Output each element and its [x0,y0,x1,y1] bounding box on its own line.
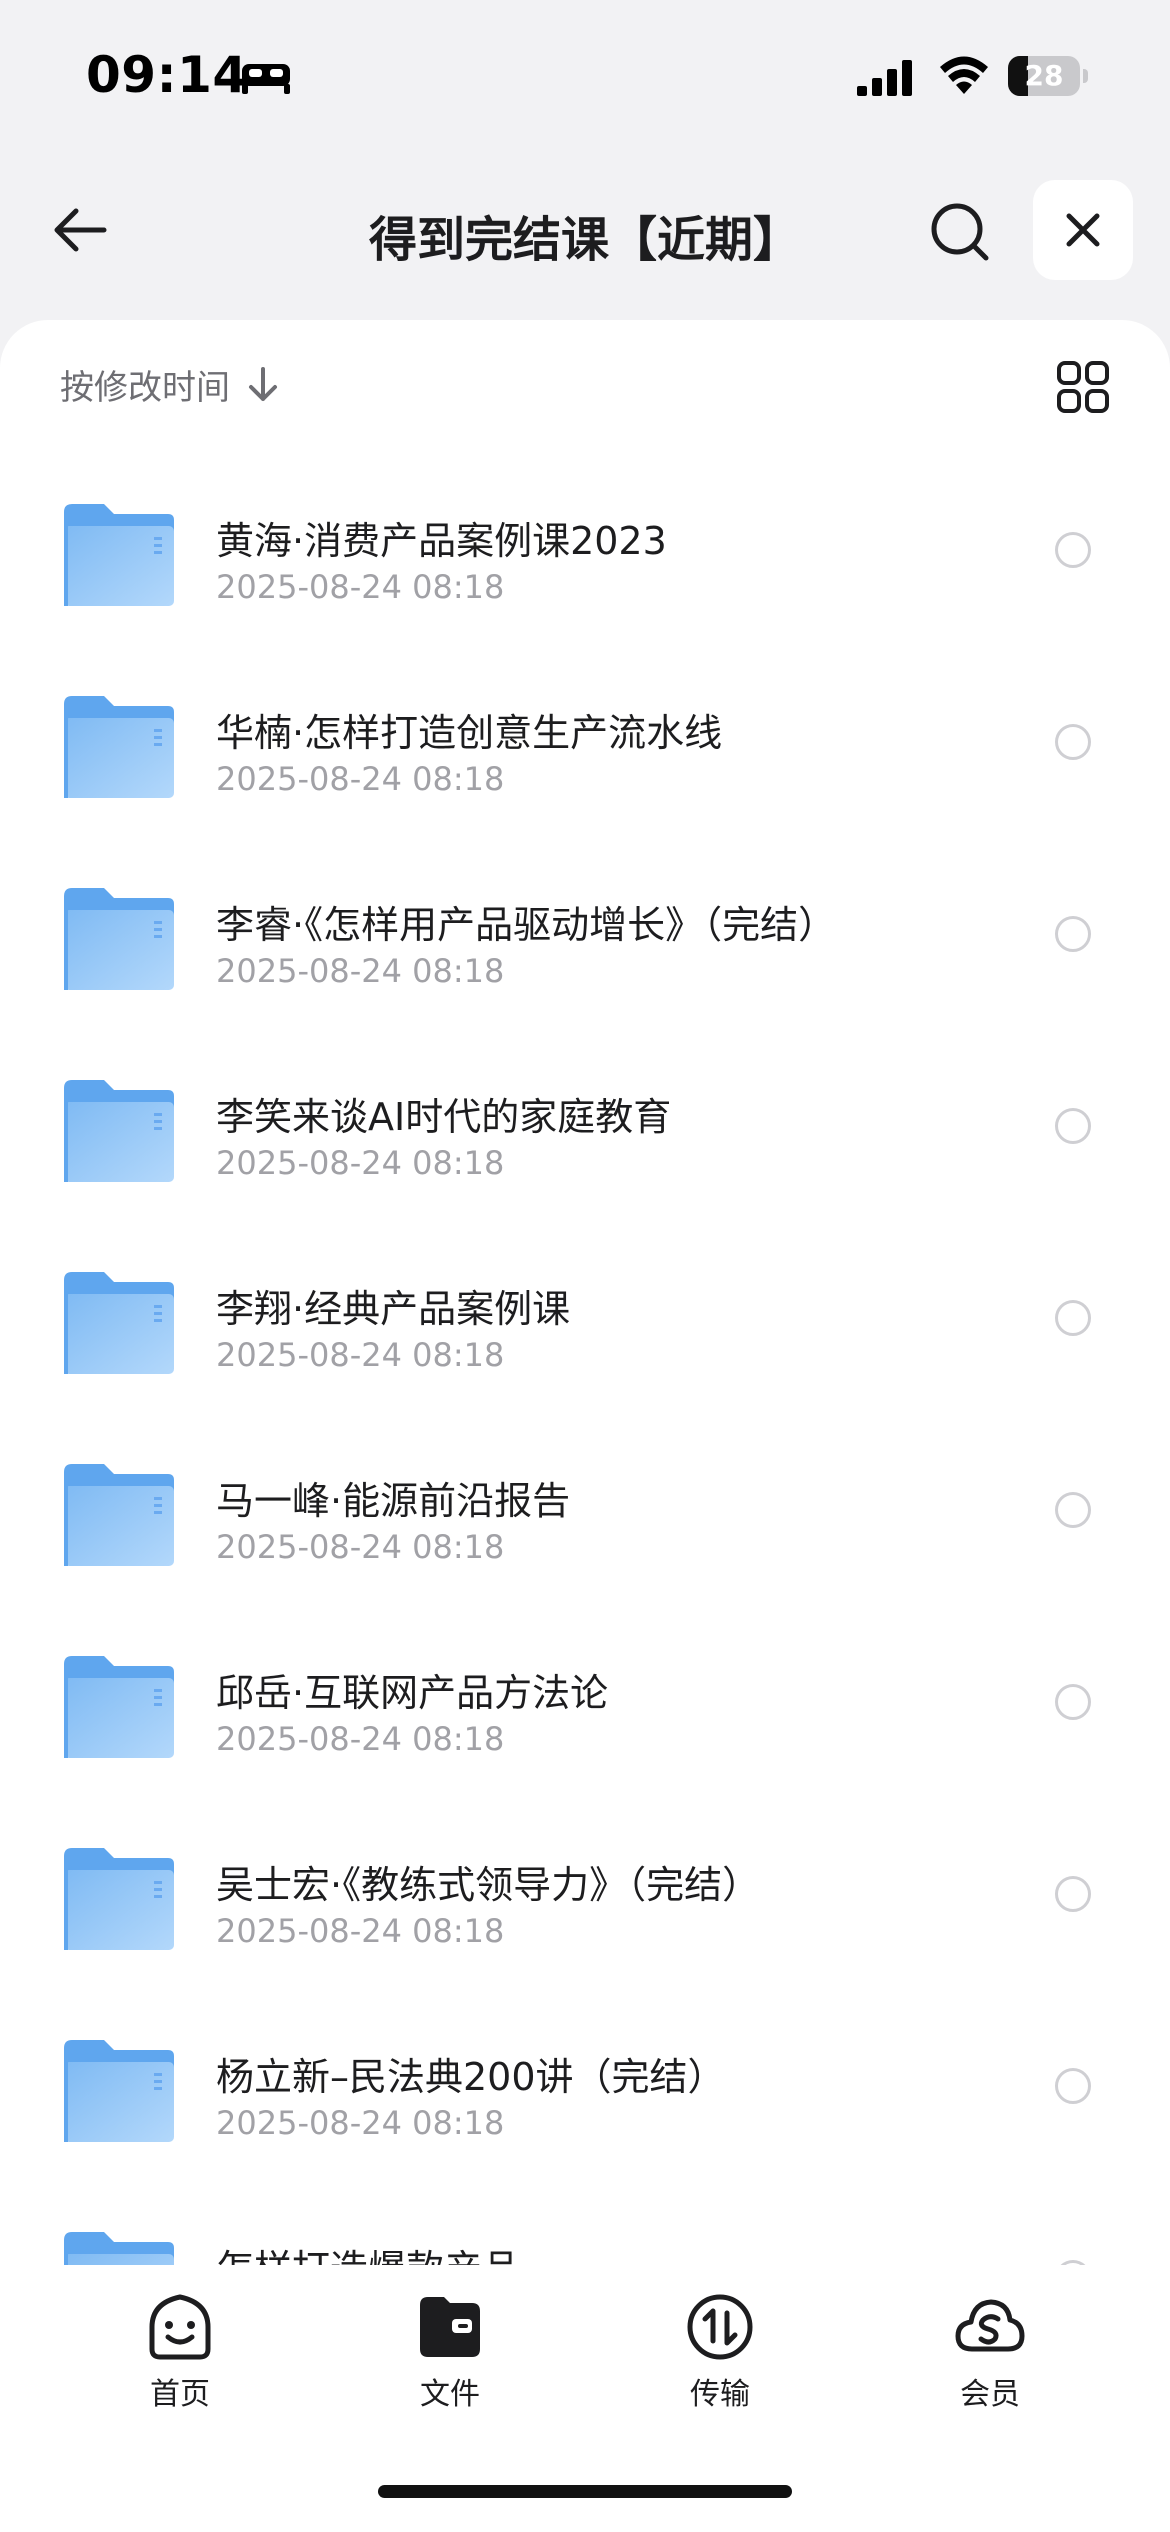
folder-icon [64,1656,174,1758]
select-radio[interactable] [1055,1108,1091,1144]
file-name: 邱岳·互联网产品方法论 [216,1671,609,1715]
file-row[interactable]: 李翔·经典产品案例课 2025-08-24 08:18 [0,1238,1170,1430]
select-radio[interactable] [1055,724,1091,760]
file-name: 杨立新–民法典200讲（完结） [216,2055,726,2099]
file-date: 2025-08-24 08:18 [216,760,505,798]
file-sheet: 按修改时间 黄海·消费产品案例课2023 2025-08-24 08:18 华楠·怎… [0,320,1170,2532]
select-radio[interactable] [1055,1300,1091,1336]
select-radio[interactable] [1055,1492,1091,1528]
battery-level: 28 [1024,59,1064,92]
select-radio[interactable] [1055,1876,1091,1912]
tab-bar: 首页 文件 传输 会员 [0,2265,1170,2532]
tab-files[interactable]: 文件 [350,2291,550,2421]
screen: 09:14 28 得到完结课【近期】 按修改时间 黄海·消费产品案例课2023 … [0,0,1170,2532]
folder-icon [64,1272,174,1374]
tab-home-label: 首页 [150,2377,210,2412]
search-icon [931,203,989,261]
file-name: 华楠·怎样打造创意生产流水线 [216,711,723,755]
back-button[interactable] [40,190,120,270]
file-date: 2025-08-24 08:18 [216,1528,505,1566]
file-date: 2025-08-24 08:18 [216,952,505,990]
grid-view-icon[interactable] [1056,360,1110,414]
file-name: 李睿·《怎样用产品驱动增长》（完结） [216,903,837,947]
select-radio[interactable] [1055,916,1091,952]
battery-indicator: 28 [1008,56,1088,96]
folder-icon [64,2040,174,2142]
file-name: 李翔·经典产品案例课 [216,1287,571,1331]
file-row[interactable]: 华楠·怎样打造创意生产流水线 2025-08-24 08:18 [0,662,1170,854]
file-date: 2025-08-24 08:18 [216,2104,505,2142]
status-bar: 09:14 28 [0,0,1170,150]
cellular-signal-icon [857,60,912,96]
sleep-bed-icon [242,64,290,94]
select-radio[interactable] [1055,2068,1091,2104]
home-indicator [378,2485,792,2498]
folder-icon [64,696,174,798]
file-list: 黄海·消费产品案例课2023 2025-08-24 08:18 华楠·怎样打造创意生… [0,470,1170,2390]
file-row[interactable]: 李笑来谈AI时代的家庭教育 2025-08-24 08:18 [0,1046,1170,1238]
folder-file-icon [420,2297,480,2357]
transfer-arrows-icon [687,2294,753,2360]
file-date: 2025-08-24 08:18 [216,1912,505,1950]
tab-transfer-label: 传输 [690,2377,750,2412]
sort-label: 按修改时间 [60,368,230,408]
close-button[interactable] [1033,180,1133,280]
file-name: 马一峰·能源前沿报告 [216,1479,571,1523]
search-button[interactable] [920,192,1000,272]
tab-member-label: 会员 [960,2377,1020,2412]
folder-icon [64,888,174,990]
wifi-icon [940,56,988,94]
file-name: 黄海·消费产品案例课2023 [216,519,667,563]
select-radio[interactable] [1055,1684,1091,1720]
page-title: 得到完结课【近期】 [368,212,801,268]
folder-icon [64,1848,174,1950]
header: 得到完结课【近期】 [0,170,1170,290]
close-icon [1066,213,1100,247]
select-radio[interactable] [1055,532,1091,568]
folder-icon [64,1464,174,1566]
arrow-left-icon [54,208,107,252]
arrow-down-icon [249,366,277,401]
file-row[interactable]: 杨立新–民法典200讲（完结） 2025-08-24 08:18 [0,2006,1170,2198]
file-row[interactable]: 黄海·消费产品案例课2023 2025-08-24 08:18 [0,470,1170,662]
tab-transfer[interactable]: 传输 [620,2291,820,2421]
file-name: 李笑来谈AI时代的家庭教育 [216,1095,672,1139]
sort-button[interactable]: 按修改时间 [60,360,280,409]
file-date: 2025-08-24 08:18 [216,1336,505,1374]
smiley-home-icon [149,2294,211,2360]
status-time: 09:14 [86,46,248,104]
tab-home[interactable]: 首页 [80,2291,280,2421]
file-name: 吴士宏·《教练式领导力》（完结） [216,1863,761,1907]
folder-icon [64,1080,174,1182]
file-row[interactable]: 李睿·《怎样用产品驱动增长》（完结） 2025-08-24 08:18 [0,854,1170,1046]
file-date: 2025-08-24 08:18 [216,1720,505,1758]
file-date: 2025-08-24 08:18 [216,568,505,606]
file-row[interactable]: 马一峰·能源前沿报告 2025-08-24 08:18 [0,1430,1170,1622]
tab-member[interactable]: 会员 [890,2291,1090,2421]
cloud-member-icon [955,2299,1025,2352]
tab-files-label: 文件 [420,2377,480,2412]
folder-icon [64,504,174,606]
file-row[interactable]: 邱岳·互联网产品方法论 2025-08-24 08:18 [0,1622,1170,1814]
file-row[interactable]: 吴士宏·《教练式领导力》（完结） 2025-08-24 08:18 [0,1814,1170,2006]
file-date: 2025-08-24 08:18 [216,1144,505,1182]
